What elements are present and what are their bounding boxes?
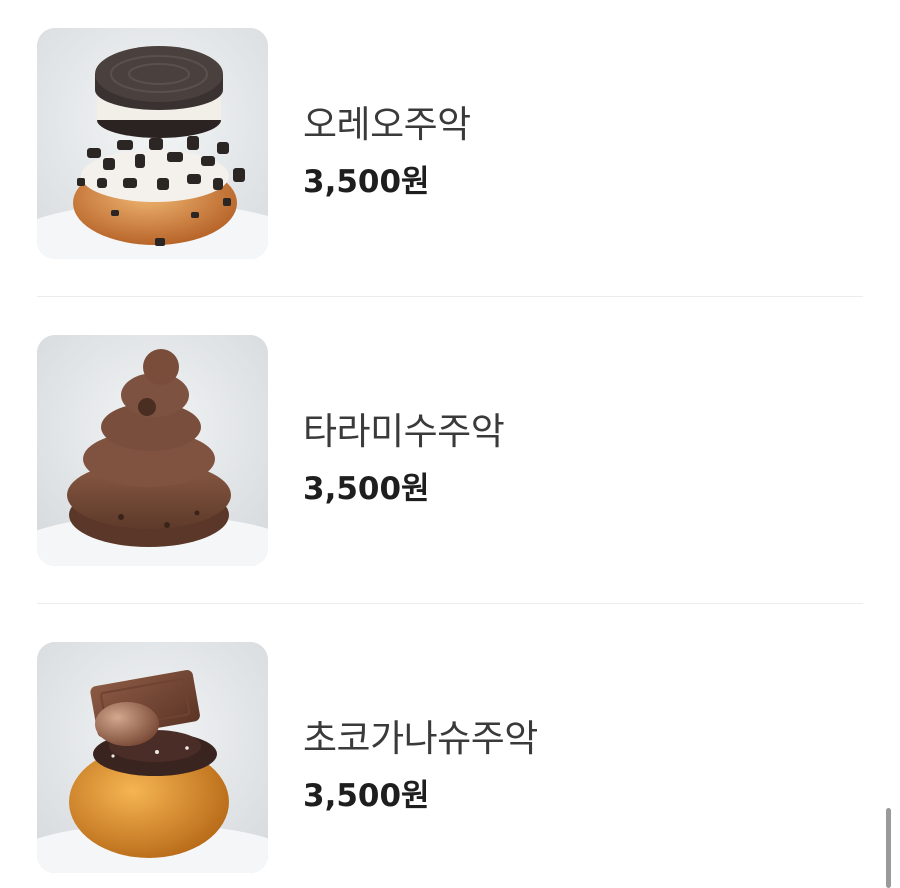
- menu-item-price: 3,500원: [303, 778, 430, 814]
- oreo-juak-photo[interactable]: [37, 28, 268, 259]
- tiramisu-juak-photo[interactable]: [37, 335, 268, 566]
- scrollbar[interactable]: [886, 808, 891, 888]
- choco-ganache-juak-photo[interactable]: [37, 642, 268, 873]
- menu-item-price: 3,500원: [303, 471, 430, 507]
- menu-item-name: 타라미수주악: [303, 410, 505, 453]
- menu-item-oreo[interactable]: 오레오주악 3,500원: [37, 28, 863, 260]
- divider: [37, 296, 863, 297]
- menu-item-name: 초코가나슈주악: [303, 717, 538, 760]
- divider: [37, 603, 863, 604]
- menu-item-name: 오레오주악: [303, 103, 471, 146]
- menu-item-choco-ganache[interactable]: 초코가나슈주악 3,500원: [37, 642, 863, 874]
- menu-item-price: 3,500원: [303, 164, 430, 200]
- menu-list: 오레오주악 3,500원 타라미수주악 3,500원 초코가나슈주악 3,500…: [0, 0, 900, 888]
- menu-item-tiramisu[interactable]: 타라미수주악 3,500원: [37, 335, 863, 567]
